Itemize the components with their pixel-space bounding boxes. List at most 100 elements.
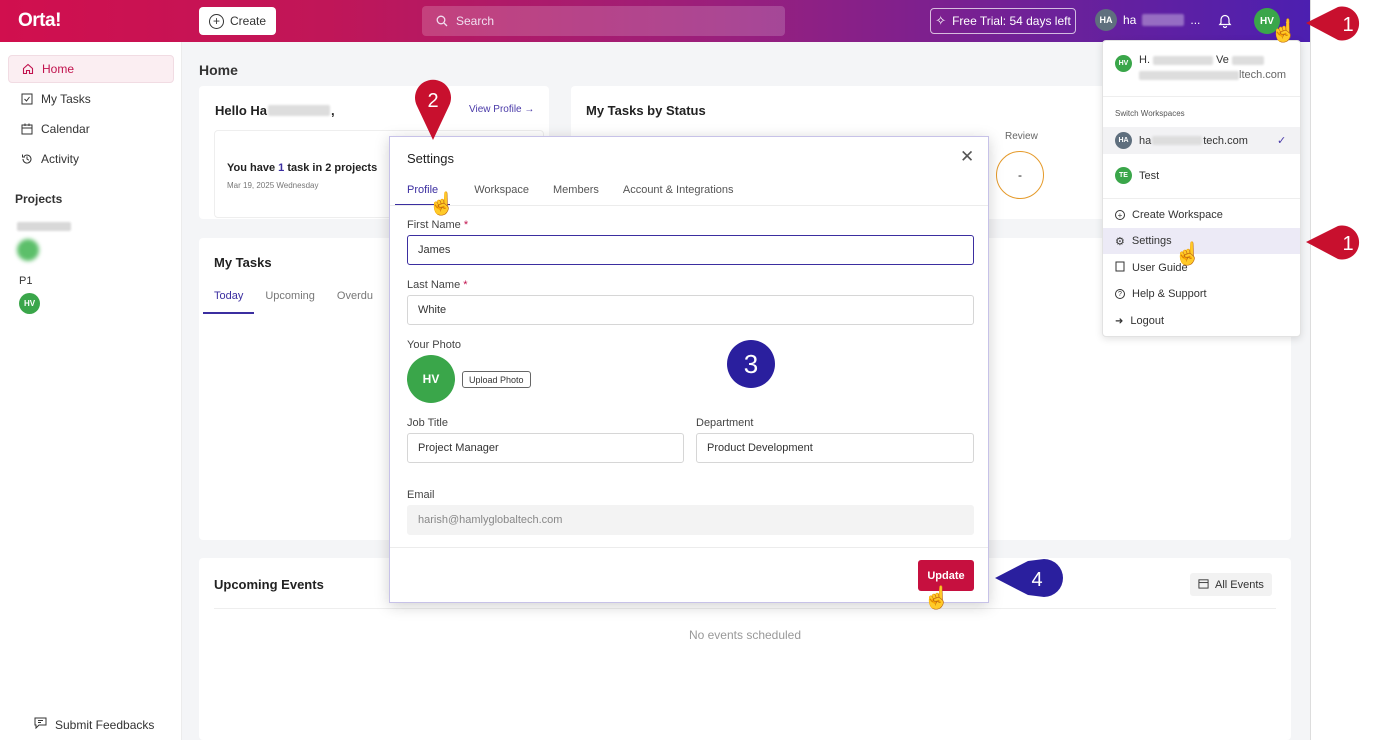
sparkle-icon: ✧: [935, 13, 947, 28]
projects-heading: Projects: [15, 192, 63, 206]
create-button-label: Create: [229, 14, 267, 28]
logout-item[interactable]: ➜ Logout: [1103, 314, 1300, 328]
dropdown-user-email-tail: ltech.com: [1239, 69, 1287, 81]
workspace-option-active[interactable]: HA ha tech.com ✓: [1103, 127, 1300, 154]
status-card-title: My Tasks by Status: [586, 103, 706, 118]
dropdown-user-avatar: HV: [1115, 55, 1132, 72]
job-title-field[interactable]: [407, 433, 684, 463]
status-review-label: Review: [1005, 131, 1038, 142]
sidebar-item-label: Activity: [41, 152, 80, 166]
sidebar: Home My Tasks Calendar Activity Projects…: [0, 42, 182, 740]
sidebar-item-label: Calendar: [41, 122, 90, 136]
tab-today[interactable]: Today: [203, 290, 255, 314]
tab-members[interactable]: Members: [553, 184, 599, 206]
tab-workspace[interactable]: Workspace: [474, 184, 529, 206]
status-review-value: -: [1018, 168, 1022, 182]
menu-item-label: Help & Support: [1132, 288, 1207, 300]
redacted-text: [1231, 55, 1264, 65]
sidebar-item-my-tasks[interactable]: My Tasks: [8, 85, 174, 113]
close-icon[interactable]: ✕: [960, 147, 974, 167]
workspace-option-name-a: ha: [1139, 134, 1152, 147]
help-support-item[interactable]: ? Help & Support: [1103, 287, 1300, 301]
task-summary-a: You have: [227, 162, 279, 174]
dropdown-user-info: HV H. Ve ltech.com: [1103, 54, 1300, 81]
workspace-option-avatar: TE: [1115, 167, 1132, 184]
user-guide-item[interactable]: User Guide: [1103, 261, 1300, 275]
dropdown-user-name-b: Ve: [1216, 54, 1229, 66]
sidebar-item-calendar[interactable]: Calendar: [8, 115, 174, 143]
view-profile-link[interactable]: View Profile →: [469, 104, 534, 115]
required-mark: *: [463, 219, 469, 231]
first-name-field[interactable]: [407, 235, 974, 265]
all-events-button[interactable]: All Events: [1190, 573, 1272, 596]
workspace-avatar: HA: [1095, 9, 1117, 31]
task-date: Mar 19, 2025 Wednesday: [227, 181, 319, 190]
photo-label: Your Photo: [407, 339, 462, 351]
required-mark: *: [463, 279, 468, 291]
workspace-option-name: Test: [1139, 169, 1160, 182]
submit-feedback-button[interactable]: Submit Feedbacks: [34, 717, 154, 732]
project-p1-label[interactable]: P1: [19, 275, 32, 287]
last-name-field[interactable]: [407, 295, 974, 325]
search-bar[interactable]: [422, 6, 785, 36]
tab-upcoming[interactable]: Upcoming: [254, 290, 326, 314]
job-title-label: Job Title: [407, 417, 448, 429]
sidebar-item-label: Home: [42, 62, 75, 76]
last-name-label-text: Last Name: [407, 279, 461, 291]
settings-tabs: Profile Workspace Members Account & Inte…: [395, 184, 758, 206]
step-marker-4: 4: [995, 559, 1063, 597]
workspace-switcher[interactable]: HA ha ...: [1095, 9, 1200, 31]
free-trial-button[interactable]: ✧ Free Trial: 54 days left: [930, 8, 1076, 34]
app-logo[interactable]: Orta!: [18, 10, 61, 32]
pointer-cursor-icon: ☝: [428, 191, 456, 216]
marker-number: 2: [427, 90, 438, 112]
tab-account-integrations[interactable]: Account & Integrations: [623, 184, 734, 206]
my-tasks-tabs: Today Upcoming Overdu: [203, 290, 384, 314]
create-button[interactable]: + Create: [199, 7, 276, 35]
help-circle-icon: ?: [1115, 289, 1125, 299]
all-events-label: All Events: [1215, 578, 1264, 591]
search-input[interactable]: [456, 14, 756, 28]
sidebar-item-home[interactable]: Home: [8, 55, 174, 83]
top-bar: Orta! + Create ✧ Free Trial: 54 days lef…: [0, 0, 1310, 42]
pointer-cursor-icon: ☝: [1174, 241, 1202, 266]
email-field: [407, 505, 974, 535]
upload-photo-button[interactable]: Upload Photo: [462, 371, 531, 388]
redacted-project[interactable]: [17, 222, 71, 261]
project-avatar: [17, 239, 39, 261]
marker-number: 4: [1031, 569, 1042, 591]
status-review-ring: -: [996, 151, 1044, 199]
settings-menu-item[interactable]: ⚙ Settings: [1103, 228, 1300, 254]
dropdown-user-text: H. Ve ltech.com: [1139, 54, 1286, 81]
no-events-text: No events scheduled: [688, 628, 802, 642]
switch-workspaces-heading: Switch Workspaces: [1115, 109, 1185, 118]
calendar-icon: [1198, 578, 1209, 592]
free-trial-label: Free Trial: 54 days left: [952, 14, 1071, 28]
redacted-text: [1152, 136, 1203, 145]
home-icon: [21, 63, 34, 76]
menu-item-label: Settings: [1131, 235, 1172, 247]
sidebar-item-activity[interactable]: Activity: [8, 145, 174, 173]
workspace-option-test[interactable]: TE Test: [1103, 167, 1300, 184]
modal-title: Settings: [407, 151, 454, 166]
pointer-cursor-icon: ☝: [923, 585, 951, 610]
notification-bell-icon[interactable]: [1218, 13, 1232, 31]
plus-circle-icon: +: [208, 13, 224, 29]
greeting-suffix: ,: [331, 103, 335, 118]
department-field[interactable]: [696, 433, 974, 463]
profile-photo-avatar: HV: [407, 355, 455, 403]
workspace-option-avatar: HA: [1115, 132, 1132, 149]
menu-item-label: Create Workspace: [1132, 209, 1223, 221]
first-name-label-text: First Name: [407, 219, 461, 231]
feedback-label: Submit Feedbacks: [55, 717, 155, 732]
marker-number: 3: [744, 349, 758, 379]
redacted-text: [268, 105, 331, 116]
create-workspace-item[interactable]: + Create Workspace: [1103, 208, 1300, 222]
project-p1-avatar: HV: [19, 293, 40, 314]
workspace-option-name-b: tech.com: [1203, 134, 1248, 147]
tab-overdue[interactable]: Overdu: [326, 290, 384, 314]
events-title: Upcoming Events: [214, 577, 324, 592]
divider: [390, 547, 988, 548]
task-summary-b: task in 2 projects: [284, 162, 378, 174]
right-edge-panel: [1310, 0, 1378, 740]
